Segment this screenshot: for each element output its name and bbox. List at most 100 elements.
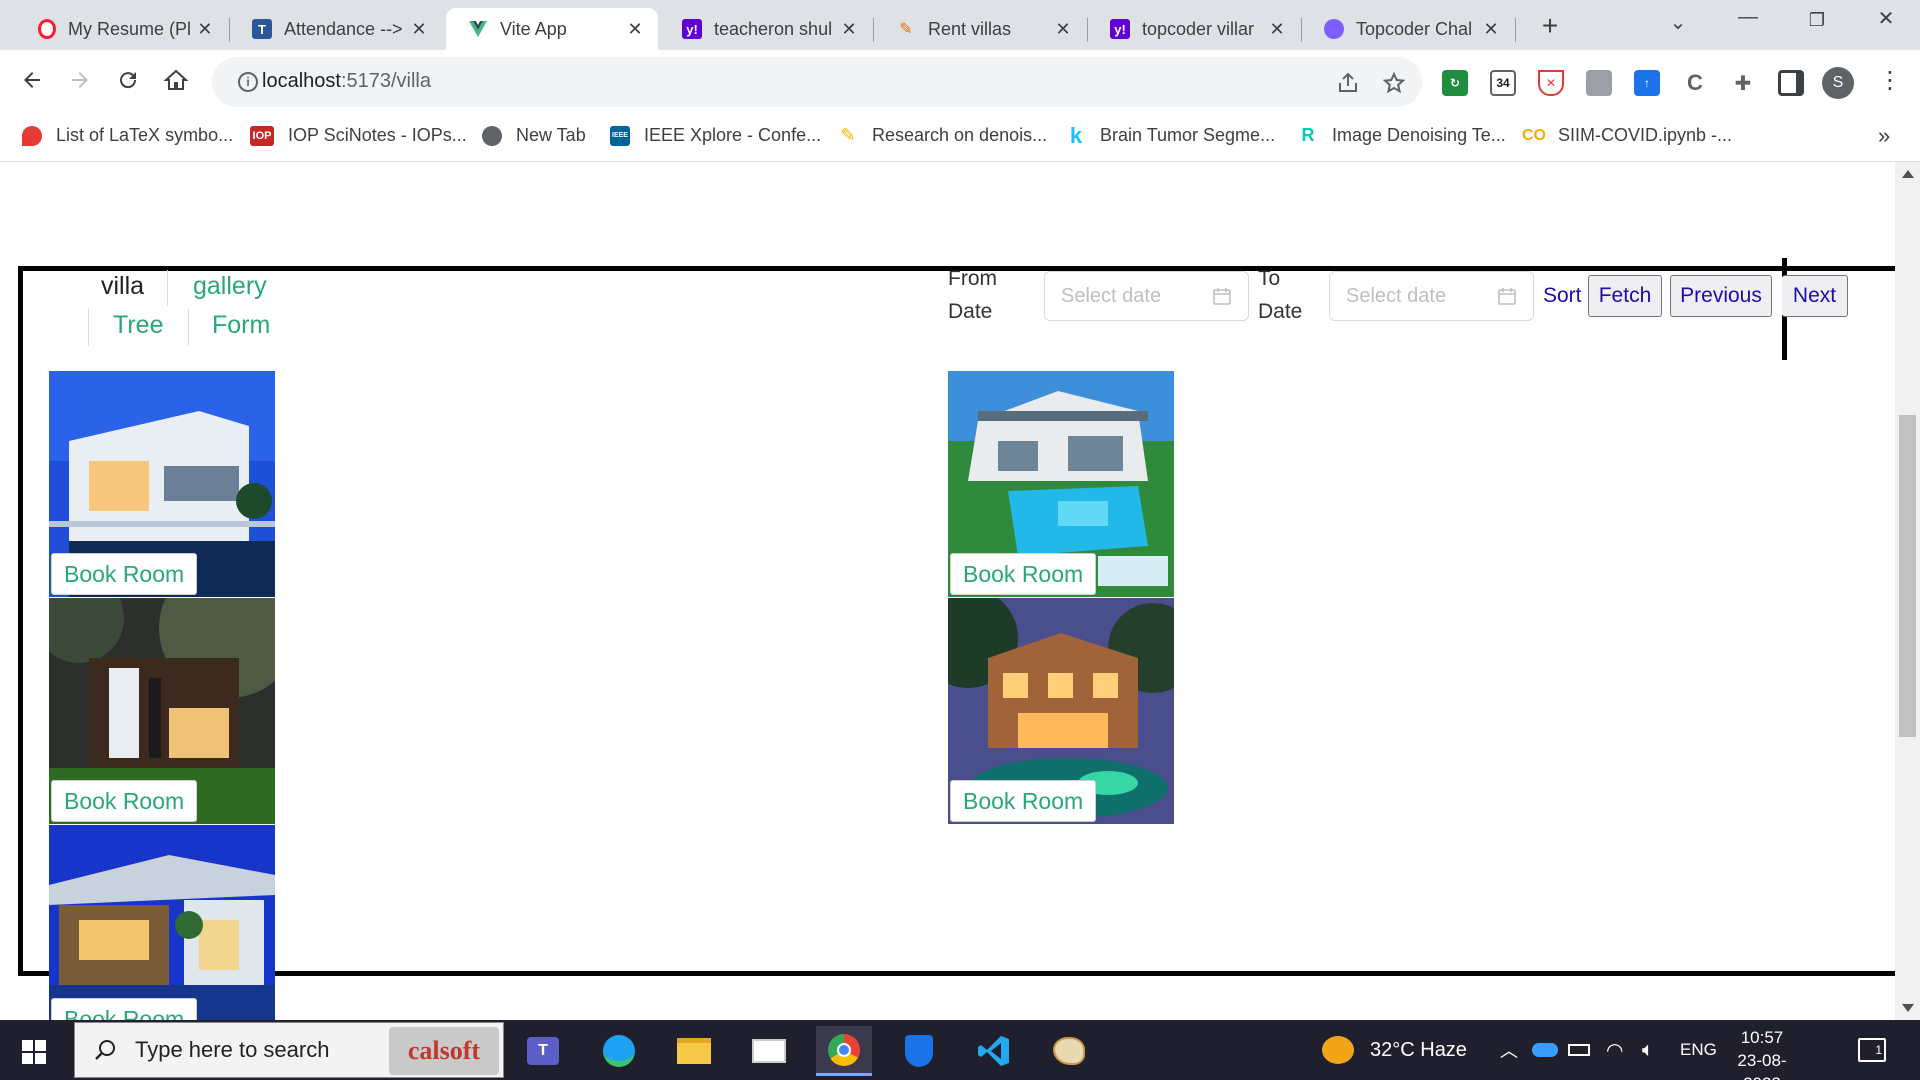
extension-c-icon[interactable]: C — [1682, 70, 1708, 96]
mail-app[interactable] — [741, 1026, 797, 1076]
defender-app[interactable] — [891, 1026, 947, 1076]
bookmark-siim-covid[interactable]: CO SIIM-COVID.ipynb -... — [1522, 125, 1732, 146]
battery-icon[interactable] — [1568, 1020, 1590, 1080]
extension-sync-icon[interactable]: ↻ — [1442, 70, 1468, 96]
weather-widget[interactable]: 32°C Haze — [1322, 1020, 1467, 1080]
back-button[interactable] — [14, 62, 50, 98]
bookmark-image-denoising[interactable]: R Image Denoising Te... — [1298, 125, 1506, 146]
extension-calendar-icon[interactable]: 34 — [1490, 70, 1516, 96]
bookmark-research[interactable]: ✎ Research on denois... — [838, 125, 1047, 146]
extension-cube-icon[interactable] — [1586, 70, 1612, 96]
tab-rent-villas[interactable]: ✎ Rent villas ✕ — [874, 8, 1086, 50]
tab-search-chevron-icon[interactable]: ⌄ — [1658, 10, 1698, 35]
paint-app[interactable] — [1041, 1026, 1097, 1076]
close-icon[interactable]: ✕ — [410, 19, 428, 40]
tab-my-resume[interactable]: My Resume (Pl ✕ — [16, 8, 228, 50]
bookmark-latex[interactable]: List of LaTeX symbo... — [22, 125, 233, 146]
close-icon[interactable]: ✕ — [1268, 19, 1286, 40]
close-window-button[interactable]: ✕ — [1866, 6, 1906, 31]
close-icon[interactable]: ✕ — [1482, 19, 1500, 40]
close-icon[interactable]: ✕ — [1054, 19, 1072, 40]
chrome-app[interactable] — [816, 1026, 872, 1076]
reload-icon — [120, 72, 137, 89]
file-explorer-app[interactable] — [666, 1026, 722, 1076]
bookmark-ieee[interactable]: IEEE IEEE Xplore - Confe... — [610, 125, 821, 146]
notification-count: 1 — [1875, 1043, 1882, 1057]
book-room-button[interactable]: Book Room — [950, 780, 1097, 822]
clock-time: 10:57 — [1740, 1028, 1784, 1047]
onedrive-icon[interactable] — [1532, 1020, 1558, 1080]
villa-card: Book Room — [49, 825, 275, 1020]
scrollbar-thumb[interactable] — [1899, 415, 1916, 737]
side-panel-icon[interactable] — [1778, 70, 1804, 96]
tab-topcoder-challenge[interactable]: Topcoder Chal ✕ — [1302, 8, 1514, 50]
edge-app[interactable] — [591, 1026, 647, 1076]
nav-villa[interactable]: villa — [101, 272, 144, 301]
nav-gallery[interactable]: gallery — [193, 272, 267, 301]
page-scrollbar[interactable] — [1895, 162, 1920, 1020]
bookmark-new-tab[interactable]: New Tab — [482, 125, 586, 146]
nav-tree[interactable]: Tree — [113, 311, 163, 340]
home-button[interactable] — [158, 62, 194, 98]
extensions-puzzle-icon[interactable]: ✚ — [1730, 70, 1756, 96]
tab-vite-app[interactable]: Vite App ✕ — [446, 8, 658, 50]
tab-separator — [1515, 18, 1516, 42]
minimize-button[interactable]: — — [1728, 6, 1768, 29]
nav-form[interactable]: Form — [212, 311, 270, 340]
page-viewport: villa gallery Tree Form From Date Select… — [0, 162, 1920, 1020]
tab-topcoder-villa[interactable]: y! topcoder villar ✕ — [1088, 8, 1300, 50]
scroll-down-icon[interactable] — [1902, 1004, 1914, 1012]
new-tab-button[interactable]: + — [1536, 10, 1564, 42]
tab-attendance[interactable]: T Attendance --> ✕ — [230, 8, 442, 50]
chevron-right-icon[interactable]: » — [1878, 123, 1890, 149]
from-label-line2: Date — [948, 300, 993, 323]
taskbar-clock[interactable]: 10:57 23-08-2023 — [1722, 1026, 1802, 1080]
scroll-up-icon[interactable] — [1902, 170, 1914, 178]
close-icon[interactable]: ✕ — [840, 19, 858, 40]
to-label-line2: Date — [1258, 300, 1303, 323]
book-room-button[interactable]: Book Room — [51, 553, 198, 595]
from-date-picker[interactable]: Select date — [1044, 271, 1249, 321]
to-date-label: To Date — [1258, 262, 1302, 328]
bookmark-star-icon[interactable] — [1382, 71, 1406, 95]
weather-text: 32°C Haze — [1370, 1038, 1467, 1061]
avatar[interactable]: S — [1822, 67, 1854, 99]
share-icon[interactable] — [1336, 71, 1360, 95]
forward-button[interactable] — [62, 62, 98, 98]
from-label-line1: From — [948, 267, 997, 290]
next-button[interactable]: Next — [1782, 275, 1848, 317]
tab-teacheron[interactable]: y! teacheron shul ✕ — [660, 8, 872, 50]
taskbar-search-box[interactable]: Type here to search calsoft — [74, 1022, 504, 1078]
book-room-button[interactable]: Book Room — [950, 553, 1097, 595]
previous-button[interactable]: Previous — [1670, 275, 1772, 317]
teams-app[interactable]: T — [515, 1026, 571, 1076]
language-indicator[interactable]: ENG — [1680, 1020, 1717, 1080]
wifi-icon[interactable]: ◠ — [1606, 1020, 1623, 1080]
bookmark-brain-tumor[interactable]: k Brain Tumor Segme... — [1066, 123, 1275, 148]
iop-icon: IOP — [250, 125, 274, 146]
volume-icon[interactable]: 🔈︎ — [1642, 1020, 1654, 1080]
extension-upload-icon[interactable]: ↑ — [1634, 70, 1660, 96]
info-icon[interactable]: i — [238, 72, 258, 92]
book-room-button[interactable]: Book Room — [51, 780, 198, 822]
book-room-button[interactable]: Book Room — [51, 998, 198, 1020]
bookmark-iop[interactable]: IOP IOP SciNotes - IOPs... — [250, 125, 467, 146]
to-date-picker[interactable]: Select date — [1329, 271, 1534, 321]
notification-center-icon[interactable]: 1 — [1858, 1038, 1886, 1062]
extension-shield-icon[interactable]: ✕ — [1538, 70, 1564, 96]
fetch-button[interactable]: Fetch — [1588, 275, 1662, 317]
calsoft-logo[interactable]: calsoft — [389, 1027, 499, 1075]
tray-chevron-up-icon[interactable]: ︿ — [1500, 1020, 1518, 1080]
vscode-app[interactable] — [966, 1026, 1022, 1076]
address-bar[interactable]: i localhost:5173/villa — [212, 57, 1422, 107]
menu-kebab-icon[interactable]: ⋮ — [1872, 62, 1908, 98]
search-placeholder: Type here to search — [135, 1037, 330, 1062]
url-text[interactable]: localhost:5173/villa — [262, 70, 431, 93]
restore-button[interactable]: ❐ — [1797, 10, 1837, 31]
windows-start-icon[interactable] — [22, 1040, 46, 1064]
url-path: :5173/villa — [340, 70, 431, 92]
sort-button[interactable]: Sort — [1543, 284, 1582, 308]
close-icon[interactable]: ✕ — [196, 19, 214, 40]
close-icon[interactable]: ✕ — [626, 19, 644, 40]
reload-button[interactable] — [110, 62, 146, 98]
